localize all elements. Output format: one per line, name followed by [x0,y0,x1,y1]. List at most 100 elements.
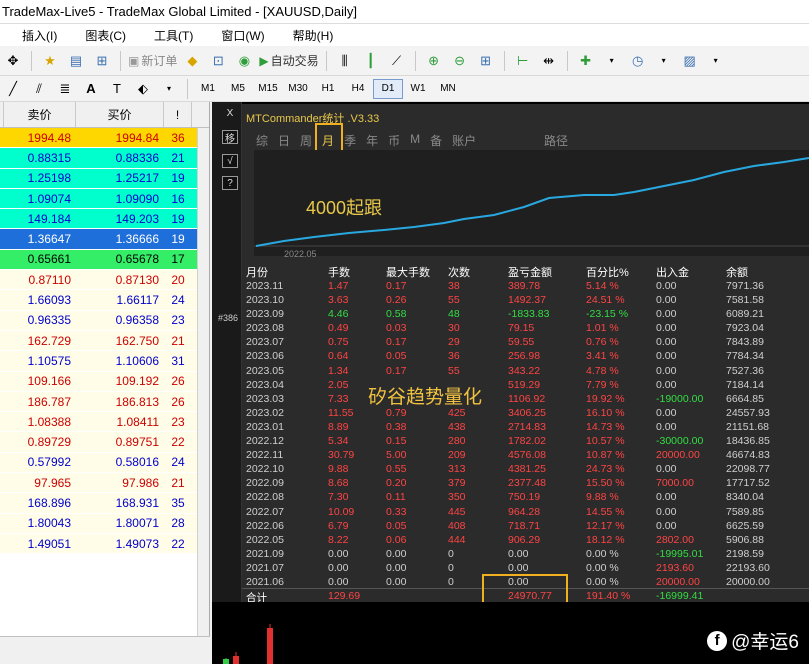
bid-cell: 1.09074 [27,191,71,206]
market-watch-row[interactable]: 1.25198 1.25217 19 [0,168,209,189]
timeframe-mn[interactable]: MN [433,79,463,99]
crosshair-icon[interactable]: ✥ [2,50,24,72]
label-tool-icon[interactable]: T [106,78,128,100]
toolbar-divider [566,50,568,71]
cashflow-cell: 2193.60 [656,561,694,574]
count-cell: 350 [448,491,466,504]
autoscroll-icon[interactable]: ⇹ [538,50,560,72]
arrows-tool-icon[interactable]: ⬖ [132,78,154,100]
menu-insert[interactable]: 插入(I) [22,27,57,44]
market-watch-row[interactable]: 149.184 149.203 19 [0,209,209,230]
market-watch-row[interactable]: 0.88315 0.88336 21 [0,148,209,169]
gold-bar-icon[interactable]: ◆ [181,50,203,72]
nav-path[interactable]: 路径 [544,132,568,149]
chevron-down-icon[interactable]: ▾ [158,78,180,100]
timeframe-h4[interactable]: H4 [343,79,373,99]
nav-currency[interactable]: 币 [388,132,400,149]
market-watch-row[interactable]: 1.09074 1.09090 16 [0,188,209,210]
market-watch-header: 卖价 买价 ! [0,102,209,128]
new-order-button[interactable]: ▣ 新订单 [128,50,177,72]
cashflow-cell: 0.00 [656,463,677,476]
spread-column-header[interactable]: ! [164,102,192,127]
menu-window[interactable]: 窗口(W) [221,27,264,44]
market-icon[interactable]: ◉ [233,50,255,72]
market-watch-row[interactable]: 1.80043 1.80071 28 [0,513,209,534]
percent-cell: 19.92 % [586,392,625,405]
market-watch-row[interactable]: 162.729 162.750 21 [0,330,209,352]
market-watch-row[interactable]: 1.49051 1.49073 22 [0,533,209,555]
close-icon[interactable]: X [222,106,238,120]
max-lots-cell: 0.15 [386,435,407,448]
bid-column-header[interactable]: 卖价 [4,102,76,127]
timeframe-h1[interactable]: H1 [313,79,343,99]
zoom-out-icon[interactable]: ⊖ [449,50,471,72]
market-watch-row[interactable]: 0.65661 0.65678 17 [0,249,209,271]
channel-icon[interactable]: ⫽ [28,78,50,100]
menu-tools[interactable]: 工具(T) [154,27,193,44]
navigator-icon[interactable]: ⊞ [91,50,113,72]
candlestick-icon[interactable]: ┃ [360,50,382,72]
star-folder-icon[interactable]: ★ [39,50,61,72]
timeframe-m15[interactable]: M15 [253,79,283,99]
stats-row: 2021.09 0.00 0.00 0 0.00 0.00 % -19995.01 2198.… [242,548,809,562]
move-icon[interactable]: 移 [222,130,238,145]
market-watch-row[interactable]: 0.87110 0.87130 20 [0,270,209,291]
signals-icon[interactable]: ⊡ [207,50,229,72]
templates-icon[interactable]: ▨ [679,50,701,72]
market-watch-row[interactable]: 1.66093 1.66117 24 [0,290,209,311]
check-icon[interactable]: √ [222,154,238,168]
trendline-icon[interactable]: ╱ [2,78,24,100]
line-chart-icon[interactable]: ⟋ [386,50,408,72]
month-cell: 2023.03 [246,392,284,405]
timeframe-m30[interactable]: M30 [283,79,313,99]
market-watch-row[interactable]: 1994.48 1994.84 36 [0,128,209,149]
zoom-in-icon[interactable]: ⊕ [423,50,445,72]
timeframe-m5[interactable]: M5 [223,79,253,99]
lots-cell: 10.09 [328,505,355,518]
nav-magic[interactable]: M [410,132,420,149]
menu-charts[interactable]: 图表(C) [85,27,126,44]
ask-column-header[interactable]: 买价 [76,102,164,127]
lots-cell: 0.64 [328,350,349,363]
market-watch-row[interactable]: 0.96335 0.96358 23 [0,310,209,331]
nav-quarter[interactable]: 季 [344,132,356,149]
market-watch-row[interactable]: 0.89729 0.89751 22 [0,432,209,453]
periods-clock-icon[interactable]: ◷ [627,50,649,72]
chart-window[interactable]: X 移 √ ? #386 MTCommander统计 .V3.33 综 日 周 … [212,102,809,664]
menu-help[interactable]: 帮助(H) [293,27,334,44]
market-watch-row[interactable]: 1.10575 1.10606 31 [0,351,209,372]
timeframe-d1[interactable]: D1 [373,78,403,99]
tile-windows-icon[interactable]: ⊞ [475,50,497,72]
chevron-down-icon[interactable]: ▾ [601,50,623,72]
col-pnl: 盈亏金额 [508,267,552,279]
pnl-cell: 750.19 [508,491,541,504]
timeframe-m1[interactable]: M1 [193,79,223,99]
market-watch-row[interactable]: 0.57992 0.58016 24 [0,452,209,474]
nav-note[interactable]: 备 [430,132,442,149]
market-watch-row[interactable]: 97.965 97.986 21 [0,473,209,494]
auto-trading-button[interactable]: ▶ 自动交易 [259,50,318,72]
text-tool-icon[interactable]: A [80,78,102,100]
fibonacci-icon[interactable]: ≣ [54,78,76,100]
timeframe-w1[interactable]: W1 [403,79,433,99]
market-watch-row[interactable]: 168.896 168.931 35 [0,493,209,514]
market-watch-row[interactable]: 1.08388 1.08411 23 [0,412,209,433]
nav-day[interactable]: 日 [278,132,290,149]
nav-week[interactable]: 周 [300,132,312,149]
nav-year[interactable]: 年 [366,132,378,149]
nav-account[interactable]: 账户 [452,132,476,149]
market-watch-row[interactable]: 186.787 186.813 26 [0,391,209,413]
nav-summary[interactable]: 综 [256,132,268,149]
market-watch-icon[interactable]: ▤ [65,50,87,72]
chart-shift-icon[interactable]: ⊢ [512,50,534,72]
bar-chart-icon[interactable]: ⫼ [334,50,356,72]
chevron-down-icon[interactable]: ▾ [705,50,727,72]
cashflow-cell: 20000.00 [656,449,700,462]
market-watch-scrollbar[interactable] [197,128,209,664]
help-icon[interactable]: ? [222,176,238,190]
count-cell: 408 [448,519,466,532]
market-watch-row[interactable]: 1.36647 1.36666 19 [0,229,209,250]
indicators-icon[interactable]: ✚ [575,50,597,72]
market-watch-row[interactable]: 109.166 109.192 26 [0,371,209,392]
chevron-down-icon[interactable]: ▾ [653,50,675,72]
